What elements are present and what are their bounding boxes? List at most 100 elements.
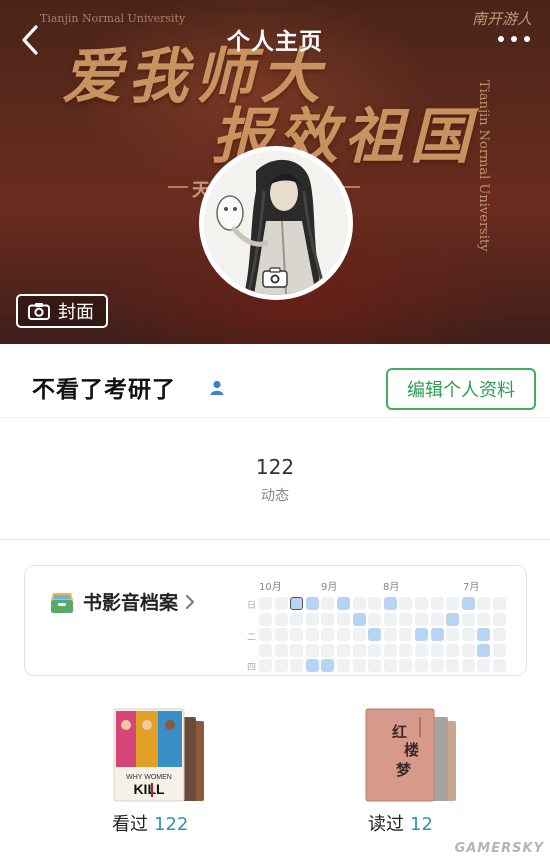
heatmap-cell <box>337 612 350 626</box>
heatmap-cell <box>399 612 413 626</box>
change-cover-button[interactable]: 封面 <box>16 294 108 328</box>
heatmap-month: 8月 <box>383 582 400 593</box>
heatmap-cell <box>352 643 366 657</box>
shelf-watched-caption[interactable]: 看过 122 <box>112 810 188 836</box>
heatmap-cell <box>415 612 428 626</box>
heatmap-cell <box>383 612 397 626</box>
heatmap-cell <box>415 659 428 673</box>
edit-profile-button[interactable]: 编辑个人资料 <box>386 368 536 410</box>
avatar-camera-button[interactable] <box>262 266 288 292</box>
heatmap-cell <box>399 628 413 642</box>
heatmap-cell <box>290 643 304 657</box>
more-button[interactable] <box>496 28 532 50</box>
shelf-watched[interactable]: WHY WOMEN KILL <box>102 707 222 807</box>
svg-text:KILL: KILL <box>133 781 165 797</box>
heatmap-month: 10月 <box>259 582 282 593</box>
stats-count: 122 <box>255 455 295 479</box>
heatmap-cell <box>399 643 413 657</box>
svg-text:红: 红 <box>392 723 407 741</box>
more-dots-icon <box>524 36 530 42</box>
heatmap-cell <box>430 612 444 626</box>
shelf-read-count: 12 <box>410 814 433 835</box>
heatmap-cell <box>383 628 397 642</box>
heatmap-cell <box>415 628 428 642</box>
heatmap-cell <box>321 643 335 657</box>
heatmap-row-label: 日 <box>247 601 257 611</box>
heatmap-cell <box>259 612 272 626</box>
more-dots-icon <box>498 36 504 42</box>
heatmap-cell <box>274 628 288 642</box>
heatmap-month: 9月 <box>321 582 338 593</box>
heatmap-cell <box>415 643 428 657</box>
heatmap-cell <box>321 659 335 673</box>
camera-icon <box>262 267 288 288</box>
heatmap-cell <box>493 628 506 642</box>
heatmap-cell <box>305 612 319 626</box>
camera-icon <box>28 303 50 320</box>
heatmap-cell <box>274 643 288 657</box>
heatmap-cell <box>461 597 475 610</box>
heatmap-cell <box>321 612 335 626</box>
heatmap-cell <box>461 612 475 626</box>
heatmap-cell <box>305 628 319 642</box>
heatmap-cell <box>415 597 428 610</box>
heatmap-cell <box>461 659 475 673</box>
heatmap-cell <box>477 628 491 642</box>
heatmap-cell <box>399 597 413 610</box>
heatmap-cell <box>259 597 272 610</box>
heatmap-cell <box>321 597 335 610</box>
heatmap-cell <box>383 643 397 657</box>
heatmap-cell <box>430 659 444 673</box>
heatmap-cell <box>290 597 304 610</box>
heatmap-cell <box>259 628 272 642</box>
heatmap-row-label: 二 <box>247 633 257 643</box>
stats-block[interactable]: 122 动态 <box>0 419 550 539</box>
heatmap-cell <box>305 643 319 657</box>
person-icon <box>210 380 224 400</box>
heatmap-cell <box>368 628 382 642</box>
svg-text:楼: 楼 <box>404 741 419 759</box>
heatmap-cell <box>274 659 288 673</box>
page-title: 个人主页 <box>227 29 323 55</box>
heatmap-cell <box>477 643 491 657</box>
cover-university-en: Tianjin Normal University <box>476 80 491 252</box>
more-dots-icon <box>511 36 517 42</box>
heatmap-cell <box>337 643 350 657</box>
heatmap-cell <box>461 643 475 657</box>
heatmap-cell <box>337 659 350 673</box>
change-cover-label: 封面 <box>58 302 94 323</box>
heatmap-cell <box>493 643 506 657</box>
watermark: GAMERSKY <box>454 841 544 856</box>
archive-link[interactable]: 书影音档案 <box>49 588 196 615</box>
archive-card[interactable]: 书影音档案 10月 9月 8月 7月 日 二 四 <box>24 565 527 676</box>
stats-label: 动态 <box>261 488 289 504</box>
heatmap-cell <box>399 659 413 673</box>
heatmap-row-label: 四 <box>247 663 257 673</box>
svg-text:WHY WOMEN: WHY WOMEN <box>126 774 172 781</box>
heatmap-cell <box>352 612 366 626</box>
heatmap-cell <box>368 643 382 657</box>
username: 不看了考研了 <box>32 377 176 403</box>
shelf-read[interactable]: 红 楼 梦 <box>354 707 474 807</box>
heatmap-month: 7月 <box>463 582 480 593</box>
cover-rule <box>168 186 188 188</box>
heatmap-cell <box>477 659 491 673</box>
heatmap-cell <box>368 597 382 610</box>
archive-box-icon <box>51 592 73 613</box>
heatmap-cell <box>446 628 460 642</box>
heatmap-cell <box>430 643 444 657</box>
heatmap-cell <box>290 612 304 626</box>
heatmap-cell <box>337 597 350 610</box>
shelf-read-caption[interactable]: 读过 12 <box>368 810 433 836</box>
heatmap-cell <box>383 659 397 673</box>
heatmap-cell <box>352 628 366 642</box>
shelf-watched-count: 122 <box>154 814 189 835</box>
heatmap-cell <box>259 643 272 657</box>
shelf-watched-covers: WHY WOMEN KILL <box>113 708 204 802</box>
heatmap-cell <box>430 628 444 642</box>
heatmap-cell <box>368 612 382 626</box>
heatmap-cell <box>352 659 366 673</box>
shelf-watched-label: 看过 <box>112 814 148 835</box>
heatmap-cell <box>477 597 491 610</box>
heatmap-cell <box>461 628 475 642</box>
